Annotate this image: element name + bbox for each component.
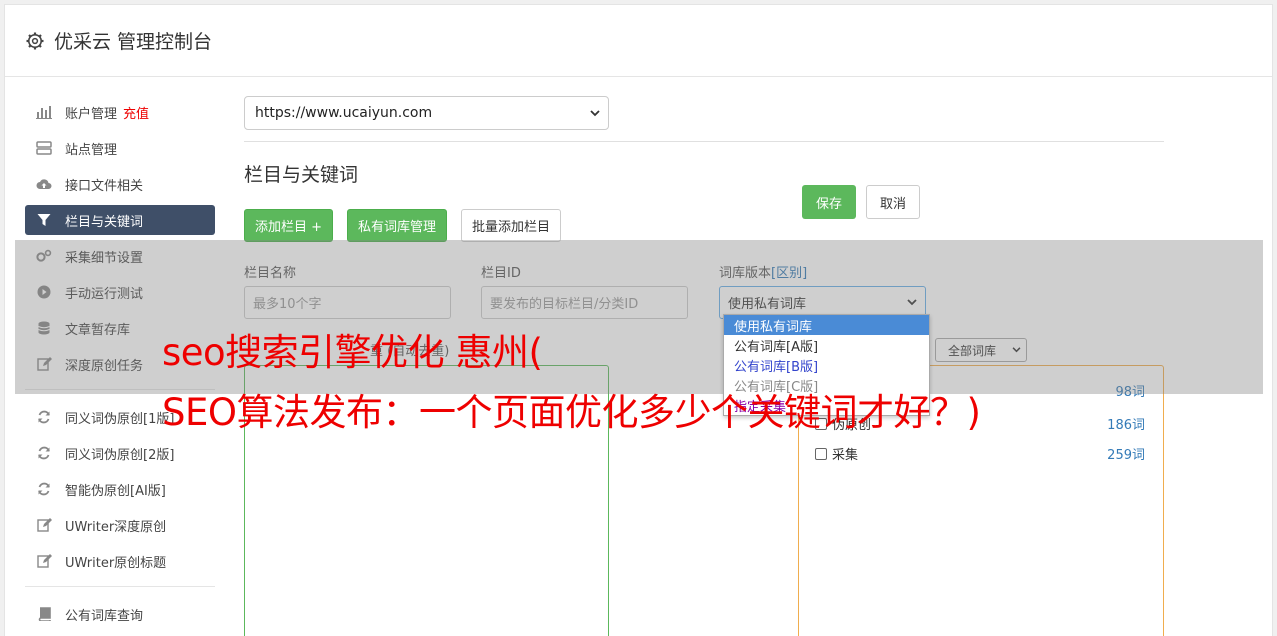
site-select[interactable]: https://www.ucaiyun.com [244, 96, 609, 130]
chevron-down-icon [590, 109, 600, 116]
dropdown-option[interactable]: 公有词库[A版] [724, 335, 929, 355]
filter-icon [36, 212, 52, 228]
refresh-icon [36, 445, 52, 461]
save-button[interactable]: 保存 [802, 185, 856, 219]
section-title: 栏目与关键词 [244, 164, 359, 186]
bar-chart-icon [36, 104, 52, 120]
page-title: 优采云 管理控制台 [54, 31, 213, 53]
lib-count: 186词 [1107, 418, 1145, 433]
recharge-link[interactable]: 充值 [123, 103, 149, 122]
site-select-value: https://www.ucaiyun.com [255, 105, 433, 121]
divider [244, 141, 1164, 142]
headline-line-2: SEO算法发布：一个页面优化多少个关键词才好？) [162, 391, 981, 434]
sidebar-item-label: UWriter原创标题 [65, 555, 167, 571]
sidebar-item-public-lib[interactable]: 公有词库查询 [25, 599, 215, 629]
sidebar-item-label: 智能伪原创[AI版] [65, 483, 166, 499]
private-lib-button[interactable]: 私有词库管理 [347, 209, 448, 242]
sidebar-item-sites[interactable]: 站点管理 [25, 133, 215, 163]
header: 优采云 管理控制台 [5, 5, 1272, 77]
lib-checkbox[interactable] [815, 447, 827, 460]
sidebar-item-account[interactable]: 账户管理 充值 [25, 97, 215, 127]
sidebar-divider [25, 586, 215, 587]
sidebar-item-ai-rewrite[interactable]: 智能伪原创[AI版] [25, 474, 215, 504]
sidebar-item-label: UWriter深度原创 [65, 519, 167, 535]
main-content: https://www.ucaiyun.com 栏目与关键词 添加栏目 + 私有… [244, 96, 1164, 319]
sidebar-item-label: 站点管理 [65, 142, 118, 158]
sidebar-item-uwriter-title[interactable]: UWriter原创标题 [25, 546, 215, 576]
gear-icon [26, 32, 44, 49]
sidebar-item-label: 公有词库查询 [65, 608, 144, 624]
sidebar-item-synonym-v2[interactable]: 同义词伪原创[2版] [25, 438, 215, 468]
batch-add-button[interactable]: 批量添加栏目 [461, 209, 562, 242]
sidebar-item-label: 同义词伪原创[2版] [65, 447, 175, 463]
edit-icon [36, 517, 52, 533]
lib-count: 259词 [1107, 448, 1145, 463]
lib-name: 采集 [832, 448, 859, 463]
dropdown-option[interactable]: 公有词库[B版] [724, 355, 929, 375]
book-icon [36, 606, 52, 622]
sidebar-item-interface[interactable]: 接口文件相关 [25, 169, 215, 199]
refresh-icon [36, 409, 52, 425]
edit-icon [36, 553, 52, 569]
server-icon [36, 140, 52, 156]
lib-item[interactable]: 采集 259词 [815, 444, 1145, 463]
toolbar: 添加栏目 + 私有词库管理 批量添加栏目 [244, 209, 1164, 242]
refresh-icon [36, 481, 52, 497]
sidebar-item-columns[interactable]: 栏目与关键词 [25, 205, 215, 235]
headline-line-1: seo搜索引擎优化 惠州( [162, 331, 543, 374]
sidebar-item-label: 栏目与关键词 [65, 214, 144, 230]
sidebar-item-label: 同义词伪原创[1版] [65, 411, 175, 427]
dropdown-option[interactable]: 使用私有词库 [724, 315, 929, 335]
sidebar-item-label: 账户管理 [65, 106, 118, 122]
cancel-button[interactable]: 取消 [866, 185, 920, 219]
add-column-button[interactable]: 添加栏目 + [244, 209, 334, 242]
cloud-upload-icon [36, 176, 52, 192]
sidebar-item-label: 接口文件相关 [65, 178, 144, 194]
sidebar-item-uwriter-deep[interactable]: UWriter深度原创 [25, 510, 215, 540]
